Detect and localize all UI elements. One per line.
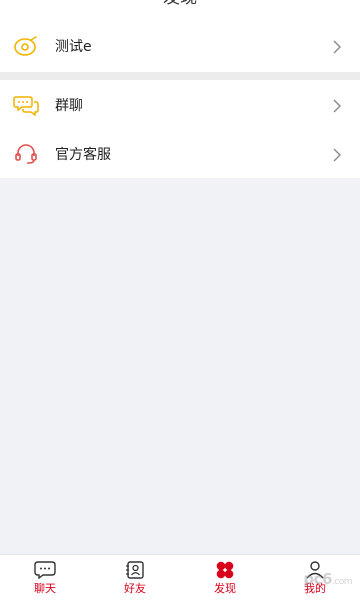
- tab-label: 好友: [124, 582, 146, 595]
- tab-discover[interactable]: 发现: [180, 555, 270, 600]
- disc-icon: [13, 35, 39, 57]
- chevron-right-icon: [332, 39, 342, 54]
- tab-chat[interactable]: 聊天: [0, 555, 90, 600]
- header-bar: 发现: [0, 0, 360, 20]
- chevron-right-icon: [332, 147, 342, 161]
- headset-icon: [13, 143, 39, 165]
- menu-group-2: 群聊 官方客服: [0, 80, 360, 178]
- clover-icon: [214, 561, 236, 579]
- watermark-logo: pc6.com: [303, 570, 352, 588]
- tab-label: 发现: [214, 582, 236, 595]
- tab-friends[interactable]: 好友: [90, 555, 180, 600]
- menu-item-customer-service[interactable]: 官方客服: [0, 129, 360, 178]
- menu-item-label: 测试e: [55, 39, 92, 55]
- bottom-tab-bar: 聊天 好友 发现 我的 pc6.com: [0, 554, 360, 600]
- tab-label: 聊天: [34, 582, 56, 595]
- menu-item-test-e[interactable]: 测试e: [0, 20, 360, 72]
- section-divider: [0, 72, 360, 80]
- menu-item-label: 群聊: [55, 97, 83, 114]
- chat-bubbles-icon: [13, 94, 39, 116]
- menu-item-group-chat[interactable]: 群聊: [0, 80, 360, 129]
- menu-group-1: 测试e: [0, 20, 360, 72]
- chevron-right-icon: [332, 98, 342, 112]
- page-title: 发现: [0, 0, 360, 8]
- menu-item-label: 官方客服: [55, 146, 111, 163]
- contacts-icon: [124, 561, 146, 579]
- chat-icon: [34, 561, 56, 579]
